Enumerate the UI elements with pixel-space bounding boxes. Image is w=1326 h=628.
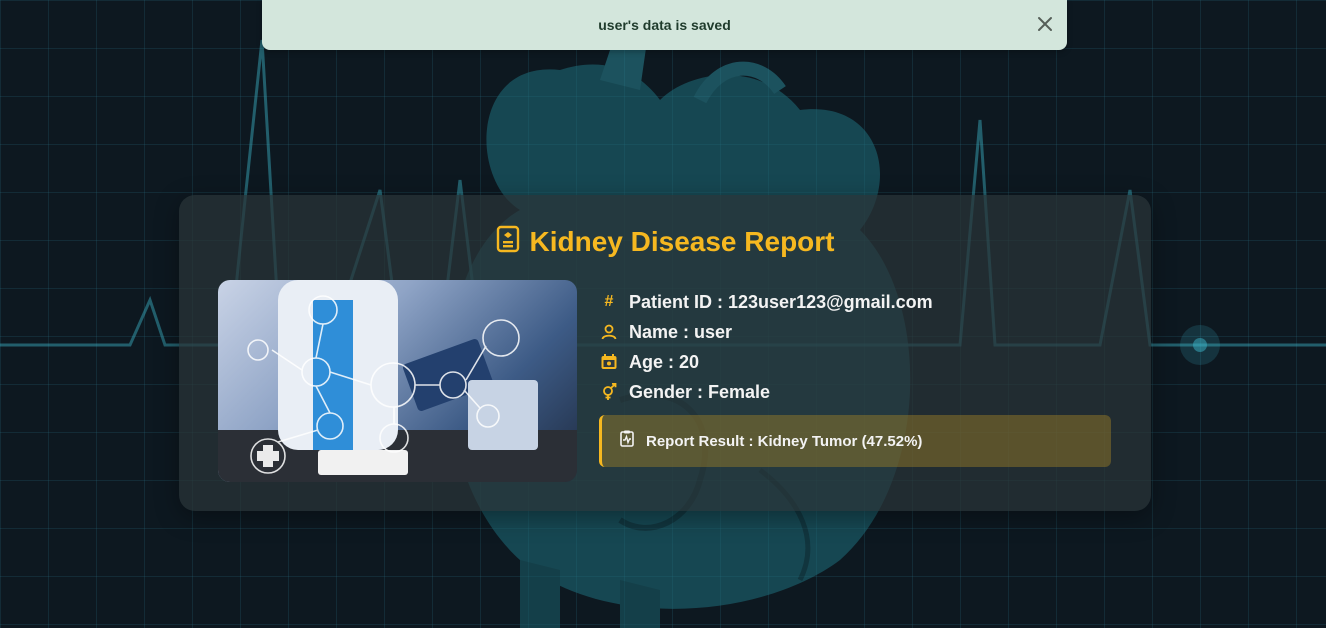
report-card: Kidney Disease Report # Patient ID: 123…	[179, 195, 1151, 511]
patient-id: Patient ID : 123user123@gmail.com	[629, 291, 933, 312]
age-row: Age : 20	[599, 347, 933, 377]
clipboard-pulse-icon	[620, 430, 634, 452]
toast-notification: user's data is saved	[262, 0, 1067, 50]
report-result: Report Result : Kidney Tumor (47.52%)	[599, 415, 1111, 467]
user-icon	[599, 322, 619, 342]
report-header: Kidney Disease Report	[179, 225, 1151, 258]
patient-gender: Gender : Female	[629, 381, 771, 402]
report-result-text: Report Result : Kidney Tumor (47.52%)	[646, 432, 923, 450]
gender-row: Gender : Female	[599, 377, 933, 407]
clipboard-id-icon	[496, 225, 520, 258]
close-icon[interactable]	[1035, 14, 1055, 34]
toast-message: user's data is saved	[598, 17, 731, 33]
patient-name: Name : user	[629, 321, 733, 342]
hash-icon: #	[604, 293, 614, 310]
name-row: Name : user	[599, 317, 933, 347]
doctor-image	[218, 280, 577, 482]
patient-age: Age : 20	[629, 351, 700, 372]
calendar-icon	[599, 352, 619, 372]
patient-info: # Patient ID : 123user123@gmail.com Name…	[599, 287, 933, 407]
gender-icon	[599, 382, 619, 402]
patient-id-row: # Patient ID : 123user123@gmail.com	[599, 287, 933, 317]
report-title: Kidney Disease Report	[529, 225, 835, 257]
